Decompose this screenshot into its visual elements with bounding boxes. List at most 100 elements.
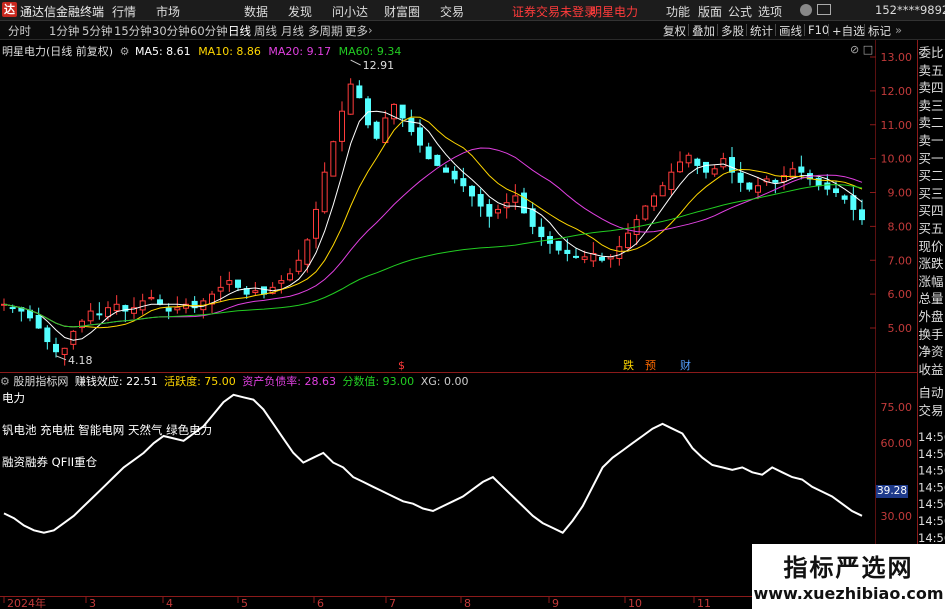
watermark-url: www.xuezhibiao.com [753, 584, 944, 603]
sidebar-item[interactable]: 卖五 [918, 62, 944, 80]
indicator-field-3: 资产负债率: 28.63 [242, 375, 336, 388]
sidebar-item[interactable]: 自动 [918, 384, 944, 402]
ma10-label: MA10: 8.86 [198, 45, 261, 58]
candle-body [9, 307, 16, 310]
price-tick-label: 8.00 [888, 220, 913, 233]
sidebar-item[interactable]: 外盘 [918, 308, 944, 326]
tab-5min[interactable]: 5分钟 [82, 23, 112, 39]
tool-separator [746, 24, 747, 36]
tab-60min[interactable]: 60分钟 [190, 23, 228, 39]
sidebar-item[interactable]: 总量 [918, 290, 944, 308]
candle-body [165, 307, 172, 312]
sidebar-item[interactable]: 净资 [918, 343, 944, 361]
menu-options[interactable]: 选项 [758, 3, 782, 20]
candle-body [720, 158, 727, 168]
menu-trade[interactable]: 交易 [440, 3, 464, 20]
pane-controls[interactable]: ⊘ □ [850, 43, 873, 56]
tab-multi-period[interactable]: 多周期 [308, 23, 343, 39]
login-status[interactable]: 证券交易未登录 [512, 3, 596, 20]
tool-mark[interactable]: 标记 [868, 23, 891, 39]
time-tick-label: 6 [317, 597, 324, 609]
sidebar-item[interactable]: 买一 [918, 150, 944, 168]
tool-adjust[interactable]: 复权 [663, 23, 686, 39]
menu-wealth[interactable]: 财富圈 [384, 3, 420, 20]
candle-body [694, 158, 701, 166]
indicator-header: ⚙ 股朋指标网 赚钱效应: 22.51 活跃度: 75.00 资产负债率: 28… [0, 373, 469, 388]
tab-1min[interactable]: 1分钟 [49, 23, 79, 39]
chart-area[interactable]: 13.00 12.00 11.00 10.00 9.00 8.00 7.00 6.00 5.00… [0, 40, 945, 609]
menu-discover[interactable]: 发现 [288, 3, 312, 20]
sidebar-item[interactable]: 卖一 [918, 132, 944, 150]
menu-layout[interactable]: 版面 [698, 3, 722, 20]
menu-function[interactable]: 功能 [666, 3, 690, 20]
candle-body [226, 280, 233, 285]
sidebar-item[interactable]: 现价 [918, 238, 944, 256]
tab-monthly[interactable]: 月线 [281, 23, 304, 39]
sidebar-item[interactable]: 交易 [918, 402, 944, 420]
menu-formula[interactable]: 公式 [728, 3, 752, 20]
sidebar-item[interactable]: 收益 [918, 361, 944, 379]
ma-line-ma5 [3, 110, 863, 341]
sidebar-item[interactable]: 卖二 [918, 114, 944, 132]
event-marker: 跌 [623, 358, 634, 372]
tab-15min[interactable]: 15分钟 [114, 23, 152, 39]
sidebar-item[interactable]: 委比 [918, 44, 944, 62]
right-time-label: 14:56 [918, 430, 945, 444]
tool-draw[interactable]: 画线 [779, 23, 802, 39]
candle-body [278, 280, 285, 284]
user-account[interactable]: 152****9892 [875, 3, 945, 17]
candle-body [148, 297, 155, 300]
candle-body [35, 314, 42, 329]
menu-ask[interactable]: 问小达 [332, 3, 368, 20]
tool-multi-stock[interactable]: 多股 [721, 23, 744, 39]
menu-data[interactable]: 数据 [244, 3, 268, 20]
time-tick-label: 9 [552, 597, 559, 609]
mail-icon[interactable] [817, 4, 831, 15]
sidebar-item[interactable]: 涨跌 [918, 255, 944, 273]
time-tick-label: 8 [464, 597, 471, 609]
sidebar-item[interactable]: 卖四 [918, 79, 944, 97]
price-tick-label: 6.00 [888, 288, 913, 301]
event-marker: 预 [645, 359, 656, 372]
tab-more[interactable]: 更多 [345, 23, 368, 39]
indicator-field-5: XG: 0.00 [420, 375, 469, 388]
user-avatar-icon[interactable] [800, 4, 812, 16]
candle-body [616, 246, 623, 260]
event-marker: 财 [680, 358, 691, 372]
sidebar-item[interactable]: 买二 [918, 167, 944, 185]
tool-add-favorite[interactable]: +自选 [832, 23, 865, 39]
tool-stats[interactable]: 统计 [750, 23, 773, 39]
tool-f10[interactable]: F10 [808, 23, 829, 37]
tab-30min[interactable]: 30分钟 [152, 23, 190, 39]
sidebar-item[interactable]: 换手 [918, 326, 944, 344]
indicator-settings-icon[interactable]: ⚙ [0, 375, 10, 388]
menu-quotes[interactable]: 行情 [112, 3, 136, 20]
settings-gear-icon[interactable]: ⚙ [120, 45, 130, 58]
tab-daily[interactable]: 日线 [228, 23, 251, 39]
candle-body [373, 121, 380, 139]
tab-intraday[interactable]: 分时 [8, 23, 31, 39]
sidebar-item[interactable]: 买三 [918, 185, 944, 203]
time-tick-label: 10 [628, 597, 642, 609]
candle-body [339, 110, 345, 142]
tab-weekly[interactable]: 周线 [254, 23, 277, 39]
right-time-label: 14:56 [918, 531, 945, 545]
candle-body [469, 185, 475, 197]
tool-separator [864, 24, 865, 36]
right-sidebar: 委比 卖五 卖四 卖三 卖二 卖一 买一 买二 买三 买四 买五 现价 涨跌 涨幅 总量 外盘 换手 净资 收益自动… [918, 44, 945, 419]
sidebar-item[interactable]: 卖三 [918, 97, 944, 115]
tool-overlay[interactable]: 叠加 [692, 23, 715, 39]
indicator-field-4: 分数值: 93.00 [342, 375, 415, 388]
app-logo-icon: 达 [2, 2, 17, 17]
sidebar-item[interactable]: 涨幅 [918, 273, 944, 291]
more-chevron-icon[interactable]: › [368, 23, 373, 37]
time-tick-label: 4 [166, 597, 173, 609]
sidebar-item[interactable]: 买四 [918, 202, 944, 220]
candle-body [235, 279, 241, 288]
candle-body [555, 240, 562, 251]
collapse-icon[interactable]: » [895, 23, 902, 37]
ma-line-ma20 [3, 147, 863, 328]
high-marker-line [350, 59, 361, 66]
sidebar-item[interactable]: 买五 [918, 220, 944, 238]
menu-market[interactable]: 市场 [156, 3, 180, 20]
